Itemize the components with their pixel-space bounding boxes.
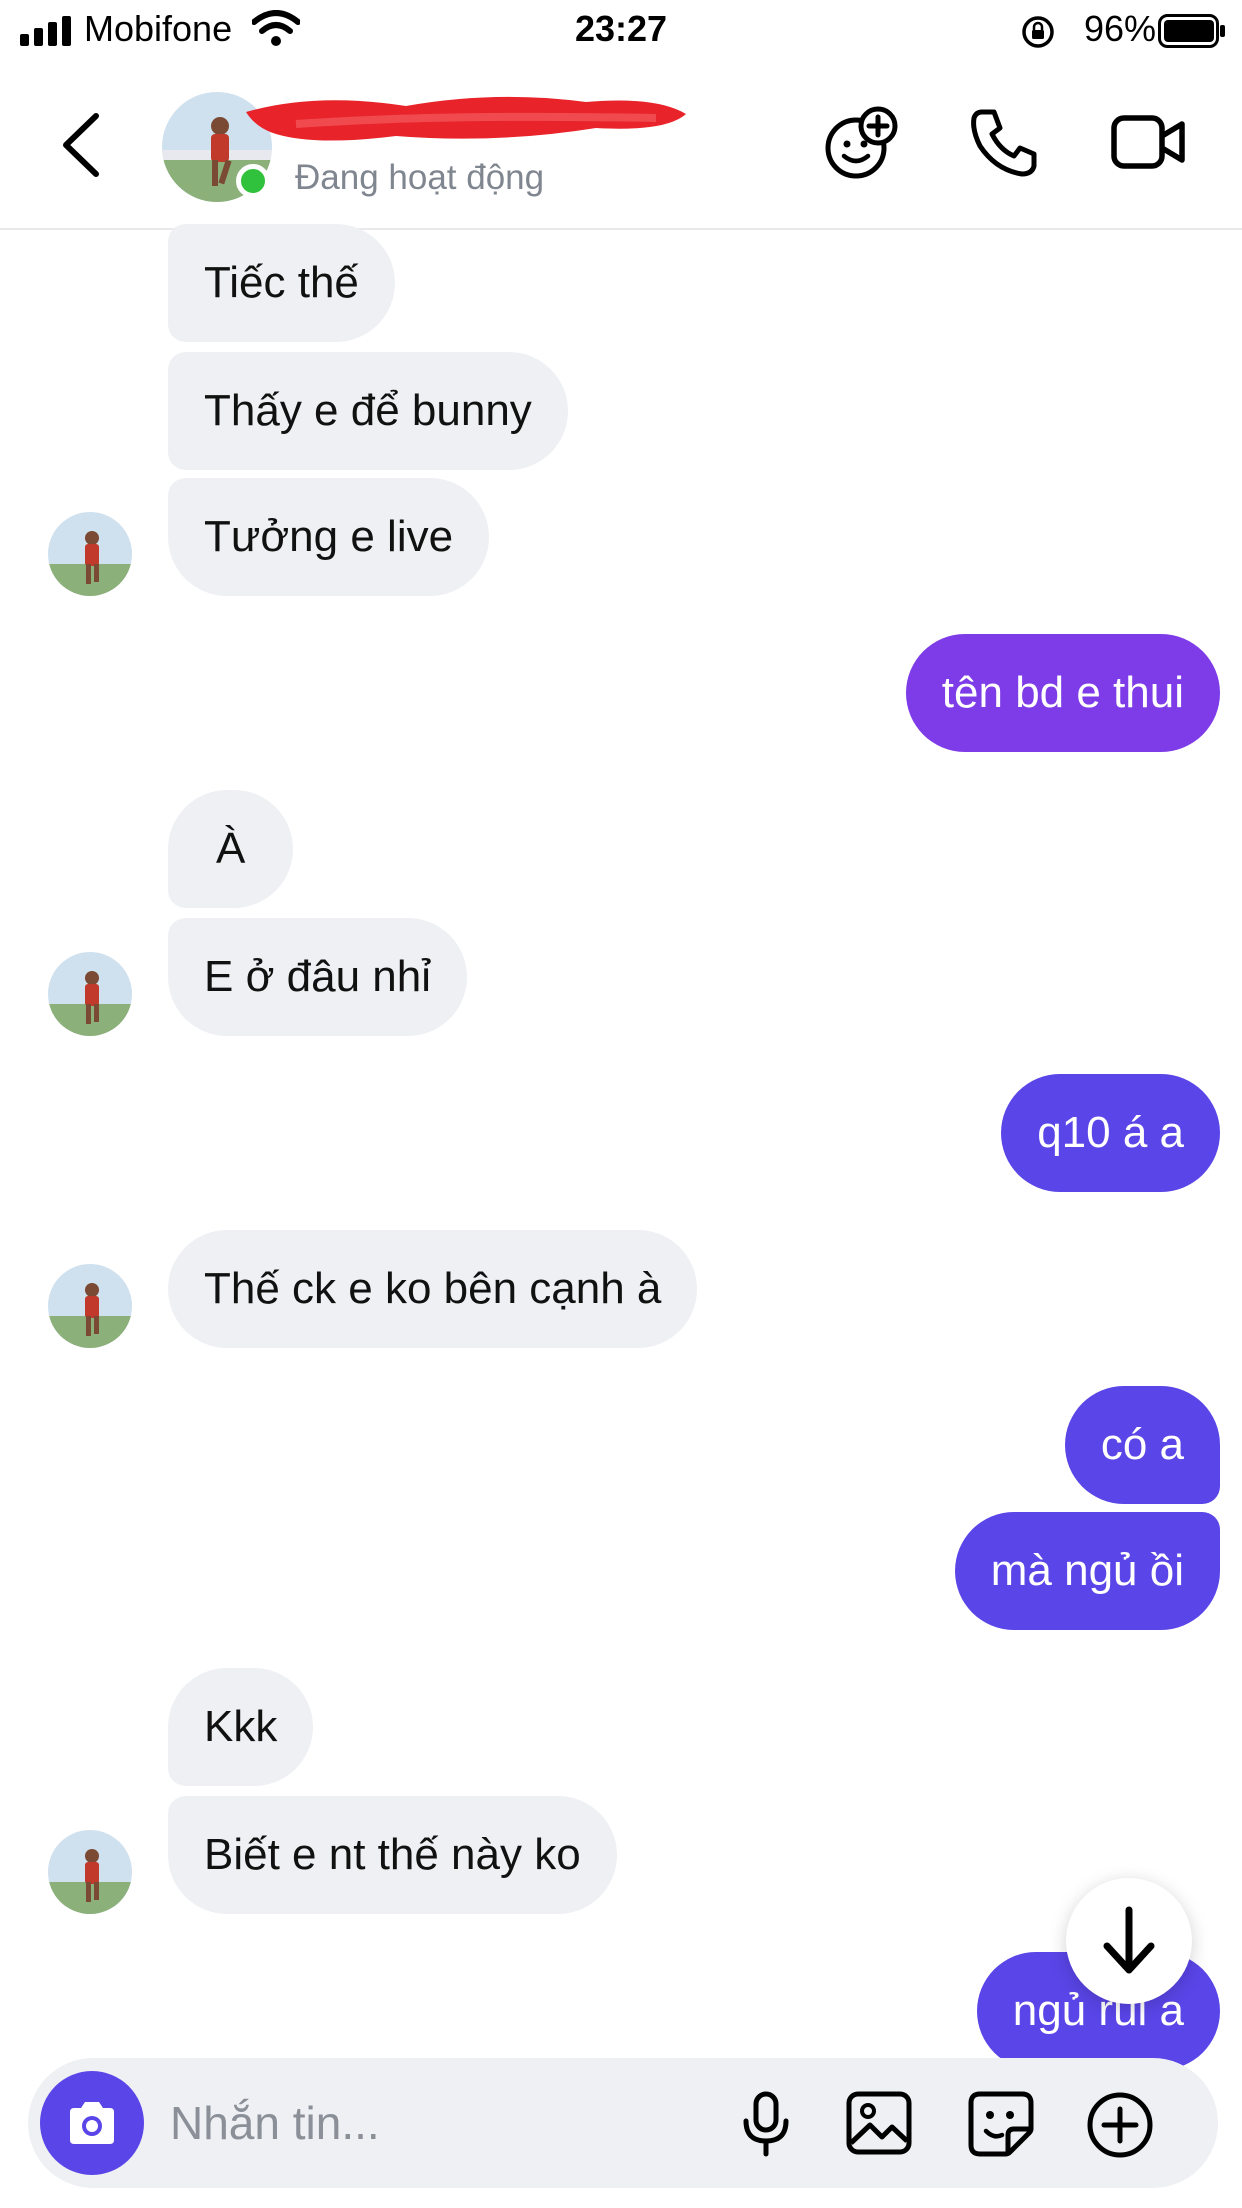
sender-avatar[interactable]	[48, 1264, 132, 1348]
sender-avatar[interactable]	[48, 1830, 132, 1914]
image-icon[interactable]	[846, 2091, 912, 2155]
chat-header: Đang hoạt động	[0, 64, 1242, 230]
microphone-icon[interactable]	[740, 2091, 792, 2157]
sender-avatar[interactable]	[48, 512, 132, 596]
video-call-icon[interactable]	[1110, 106, 1186, 178]
active-status: Đang hoạt động	[295, 158, 545, 197]
camera-button[interactable]	[40, 2071, 144, 2175]
message-composer	[28, 2058, 1218, 2188]
plus-circle-icon[interactable]	[1086, 2091, 1154, 2159]
incoming-message[interactable]: Thế ck e ko bên cạnh à	[168, 1230, 698, 1348]
incoming-message[interactable]: Biết e nt thế này ko	[168, 1796, 617, 1914]
outgoing-message[interactable]: tên bd e thui	[905, 634, 1220, 752]
arrow-down-icon	[1103, 1906, 1155, 1974]
online-indicator	[236, 164, 270, 198]
incoming-message[interactable]: Tưởng e live	[168, 478, 490, 596]
back-chevron-icon[interactable]	[58, 110, 106, 180]
outgoing-message[interactable]: mà ngủ ồi	[954, 1512, 1220, 1630]
battery-percent: 96%	[1083, 8, 1156, 49]
sticker-icon[interactable]	[968, 2091, 1034, 2157]
incoming-message[interactable]: À	[168, 790, 294, 908]
orientation-lock-icon	[1022, 16, 1054, 48]
battery-icon	[1158, 14, 1225, 48]
scroll-to-bottom-button[interactable]	[1066, 1878, 1192, 2004]
add-effect-icon[interactable]	[824, 106, 900, 182]
camera-icon	[70, 2102, 114, 2144]
outgoing-message[interactable]: q10 á a	[1001, 1074, 1220, 1192]
message-input[interactable]	[170, 2096, 730, 2150]
incoming-message[interactable]: Thấy e để bunny	[168, 352, 568, 470]
incoming-message[interactable]: Tiếc thế	[168, 224, 395, 342]
status-bar: Mobifone 23:27 96%	[0, 0, 1242, 64]
outgoing-message[interactable]: có a	[1064, 1386, 1220, 1504]
sender-avatar[interactable]	[48, 952, 132, 1036]
incoming-message[interactable]: Kkk	[168, 1668, 314, 1786]
redacted-contact-name	[246, 96, 686, 141]
phone-icon[interactable]	[968, 106, 1040, 178]
incoming-message[interactable]: E ở đâu nhỉ	[168, 918, 468, 1036]
